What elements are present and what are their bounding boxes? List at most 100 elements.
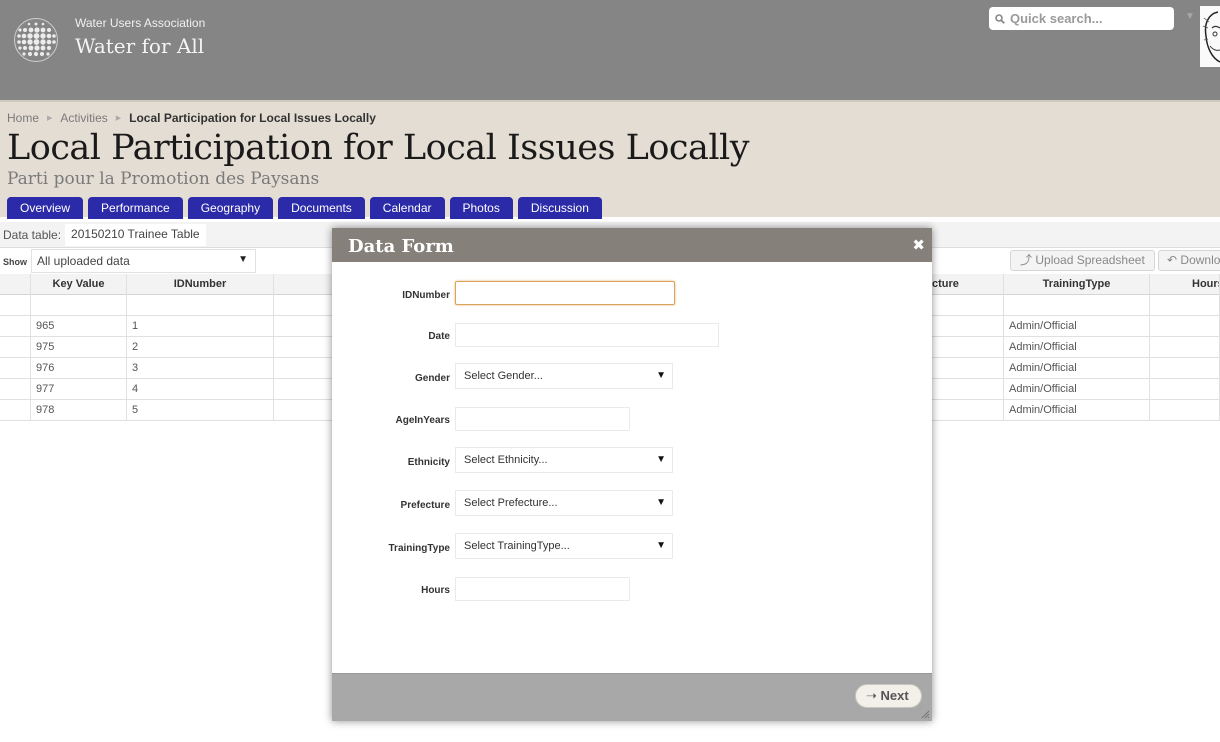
key-value-cell: 978 bbox=[31, 400, 127, 421]
grid-cell bbox=[0, 316, 31, 337]
upload-spreadsheet-label: Upload Spreadsheet bbox=[1035, 253, 1145, 267]
quick-search-box[interactable] bbox=[989, 7, 1174, 30]
tab-performance[interactable]: Performance bbox=[88, 197, 183, 219]
training-type-cell: Admin/Official bbox=[1004, 358, 1150, 379]
grid-cell bbox=[932, 379, 1004, 400]
tab-overview[interactable]: Overview bbox=[7, 197, 84, 219]
grid-cell bbox=[274, 379, 334, 400]
download-icon: ↶ bbox=[1167, 253, 1178, 267]
breadcrumb-home[interactable]: Home bbox=[7, 111, 39, 125]
hours-label: Hours bbox=[421, 585, 450, 596]
upload-spreadsheet-button[interactable]: ⤴ Upload Spreadsheet bbox=[1010, 250, 1155, 271]
training-type-cell: Admin/Official bbox=[1004, 379, 1150, 400]
ethnicity-select-value: Select Ethnicity... bbox=[464, 454, 548, 466]
trainingtype-label: TrainingType bbox=[388, 543, 451, 554]
page-subtitle[interactable]: Parti pour la Promotion des Paysans bbox=[7, 169, 319, 189]
download-button[interactable]: ↶ Downlo bbox=[1158, 250, 1220, 271]
grid-header-cell[interactable]: Hours bbox=[1150, 274, 1220, 295]
idnumber-input[interactable] bbox=[455, 281, 675, 305]
trainingtype-select[interactable]: Select TrainingType... ▼ bbox=[455, 533, 673, 559]
next-button-label: Next bbox=[880, 688, 909, 703]
tab-documents[interactable]: Documents bbox=[278, 197, 365, 219]
grid-cell bbox=[932, 400, 1004, 421]
grid-header-cell[interactable]: IDNumber bbox=[127, 274, 274, 295]
grid-cell bbox=[932, 358, 1004, 379]
grid-cell bbox=[0, 400, 31, 421]
key-value-cell: 976 bbox=[31, 358, 127, 379]
show-label: Show bbox=[3, 257, 27, 267]
upload-icon: ⤴ bbox=[1020, 253, 1033, 267]
ethnicity-label: Ethnicity bbox=[407, 457, 450, 468]
grid-header-cell[interactable] bbox=[274, 274, 334, 295]
idnumber-cell: 2 bbox=[127, 337, 274, 358]
hours-cell bbox=[1150, 358, 1220, 379]
tab-discussion[interactable]: Discussion bbox=[517, 197, 602, 219]
data-form-dialog: Data Form ✖ IDNumber Date Gender Select … bbox=[332, 228, 932, 721]
age-input[interactable] bbox=[455, 407, 630, 431]
key-value-cell: 965 bbox=[31, 316, 127, 337]
grid-filter-cell[interactable] bbox=[127, 295, 274, 316]
site-header: Water Users Association Water for All ▼ bbox=[0, 0, 1220, 100]
grid-header-cell[interactable]: TrainingType bbox=[1004, 274, 1150, 295]
prefecture-select[interactable]: Select Prefecture... ▼ bbox=[455, 490, 673, 516]
idnumber-cell: 1 bbox=[127, 316, 274, 337]
dialog-titlebar[interactable]: Data Form ✖ bbox=[332, 228, 932, 262]
gender-select-value: Select Gender... bbox=[464, 370, 543, 382]
user-menu-caret-icon[interactable]: ▼ bbox=[1185, 11, 1195, 22]
site-name[interactable]: Water for All bbox=[75, 34, 204, 58]
tab-photos[interactable]: Photos bbox=[449, 197, 513, 219]
grid-filter-cell[interactable] bbox=[1150, 295, 1220, 316]
grid-filter-cell[interactable] bbox=[31, 295, 127, 316]
hours-cell bbox=[1150, 316, 1220, 337]
grid-cell bbox=[274, 337, 334, 358]
grid-cell bbox=[932, 316, 1004, 337]
activity-tabs: Overview Performance Geography Documents… bbox=[7, 197, 602, 219]
tab-calendar[interactable]: Calendar bbox=[369, 197, 445, 219]
dialog-title: Data Form bbox=[348, 236, 454, 257]
show-filter-select[interactable]: All uploaded data ▼ bbox=[31, 249, 256, 273]
grid-cell bbox=[274, 358, 334, 379]
dialog-footer: ➝ Next bbox=[332, 673, 932, 721]
grid-filter-cell[interactable] bbox=[932, 295, 1004, 316]
next-button[interactable]: ➝ Next bbox=[855, 684, 922, 708]
download-label: Downlo bbox=[1180, 253, 1220, 267]
quick-search-input[interactable] bbox=[1010, 11, 1160, 26]
date-input[interactable] bbox=[455, 323, 719, 347]
date-label: Date bbox=[428, 331, 450, 342]
chevron-down-icon: ▼ bbox=[656, 540, 666, 551]
key-value-cell: 975 bbox=[31, 337, 127, 358]
arrow-right-icon: ➝ bbox=[866, 688, 877, 703]
resize-handle-icon[interactable] bbox=[920, 709, 930, 719]
training-type-cell: Admin/Official bbox=[1004, 337, 1150, 358]
organization-name: Water Users Association bbox=[75, 16, 206, 30]
user-avatar[interactable] bbox=[1200, 6, 1220, 67]
grid-cell bbox=[274, 400, 334, 421]
breadcrumb-activities[interactable]: Activities bbox=[60, 111, 107, 125]
grid-cell bbox=[932, 337, 1004, 358]
ethnicity-select[interactable]: Select Ethnicity... ▼ bbox=[455, 447, 673, 473]
grid-cell bbox=[0, 358, 31, 379]
training-type-cell: Admin/Official bbox=[1004, 400, 1150, 421]
tab-geography[interactable]: Geography bbox=[187, 197, 274, 219]
chevron-down-icon: ▼ bbox=[238, 254, 248, 265]
grid-header-cell bbox=[0, 274, 31, 295]
close-icon[interactable]: ✖ bbox=[912, 236, 925, 254]
hours-cell bbox=[1150, 379, 1220, 400]
grid-header-cell[interactable]: Key Value bbox=[31, 274, 127, 295]
activity-title-band: Home ▶ Activities ▶ Local Participation … bbox=[0, 100, 1220, 219]
gender-select[interactable]: Select Gender... ▼ bbox=[455, 363, 673, 389]
grid-header-cell[interactable]: cture bbox=[932, 274, 1004, 295]
grid-filter-cell[interactable] bbox=[1004, 295, 1150, 316]
chevron-down-icon: ▼ bbox=[656, 370, 666, 381]
grid-filter-cell[interactable] bbox=[274, 295, 334, 316]
breadcrumb-current: Local Participation for Local Issues Loc… bbox=[129, 111, 376, 125]
grid-cell bbox=[274, 316, 334, 337]
data-table-name[interactable]: 20150210 Trainee Table bbox=[65, 223, 206, 246]
key-value-cell: 977 bbox=[31, 379, 127, 400]
idnumber-cell: 4 bbox=[127, 379, 274, 400]
globe-logo-icon[interactable] bbox=[14, 18, 58, 62]
hours-input[interactable] bbox=[455, 577, 630, 601]
prefecture-label: Prefecture bbox=[400, 500, 450, 511]
show-filter-value: All uploaded data bbox=[37, 254, 130, 268]
trainingtype-select-value: Select TrainingType... bbox=[464, 540, 570, 552]
